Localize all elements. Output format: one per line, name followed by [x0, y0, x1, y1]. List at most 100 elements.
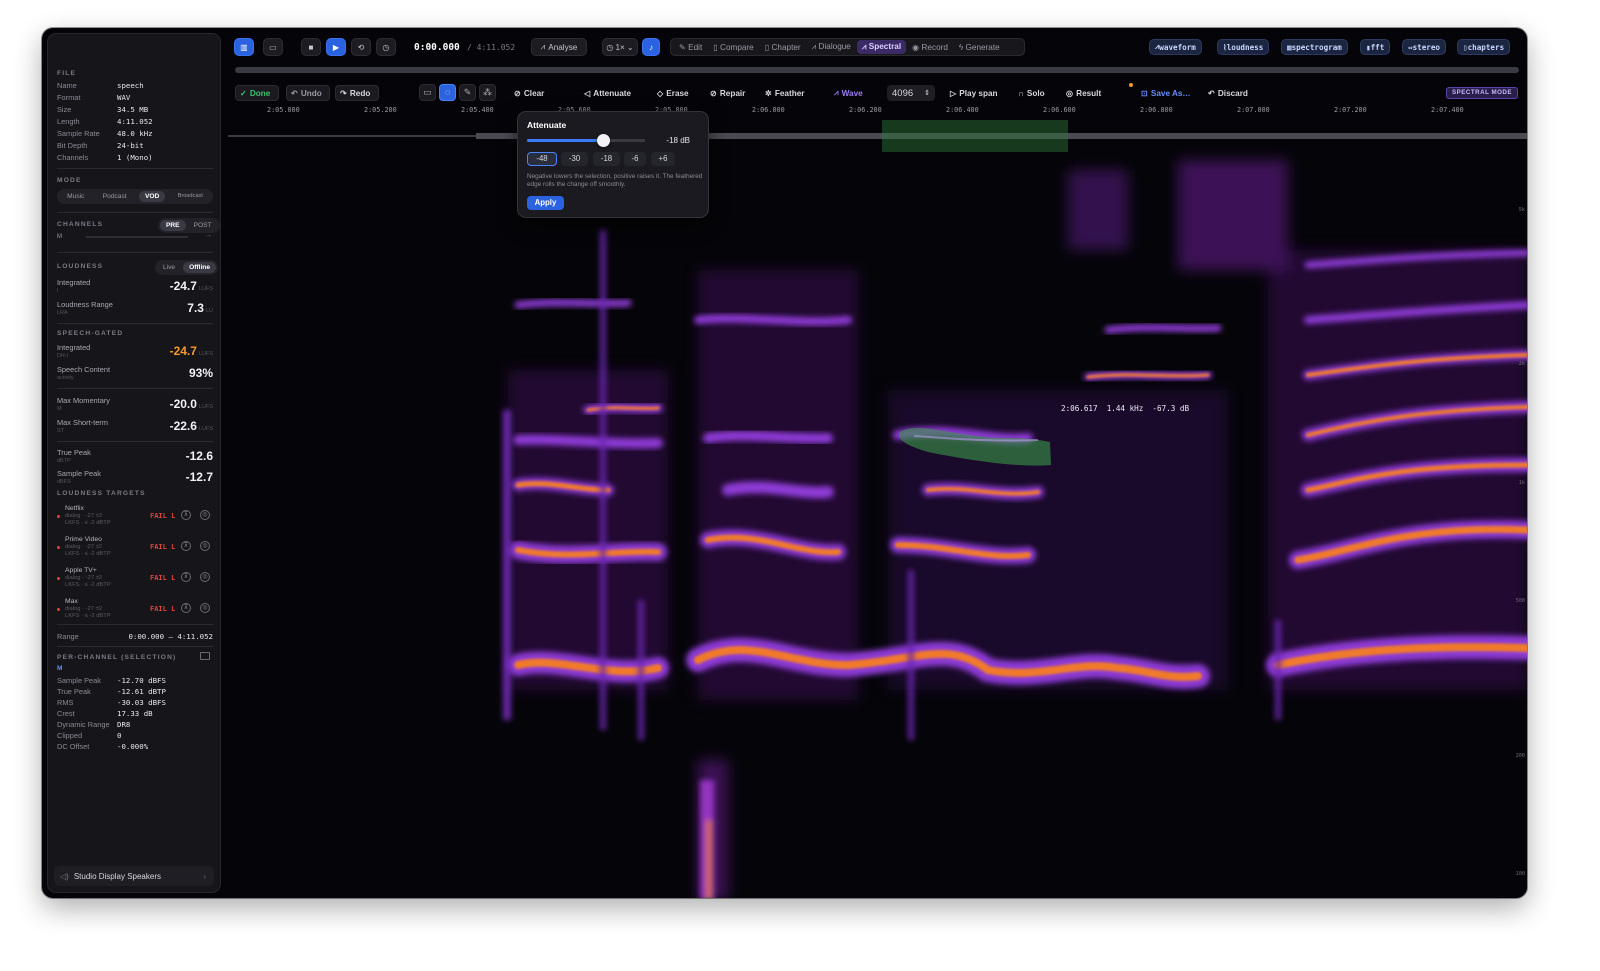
offline-toggle[interactable]: Offline [183, 262, 216, 273]
mode-music[interactable]: Music [61, 191, 90, 202]
preset-minus-6[interactable]: -6 [624, 152, 646, 166]
erase-button[interactable]: ◇ Erase [657, 85, 689, 101]
channels-section-title: CHANNELS [57, 221, 104, 228]
stop-button[interactable]: ■ [301, 38, 321, 56]
brush-icon: ✎ [463, 87, 472, 97]
channel-meter [86, 236, 188, 238]
open-file-button[interactable]: ▭ [263, 38, 283, 56]
stepper-icon: ⇕ [924, 90, 930, 97]
view-stereo[interactable]: ⇔ stereo [1402, 39, 1447, 55]
ruler-tick: 2:07.000 [1237, 106, 1270, 114]
feather-icon: ✲ [765, 89, 772, 98]
ruler-tick: 2:07.200 [1334, 106, 1367, 114]
analyse-button[interactable]: ⩘ Analyse [531, 38, 587, 56]
brush-tool[interactable]: ✎ [459, 84, 476, 101]
output-device-label: Studio Display Speakers [73, 871, 161, 881]
live-toggle[interactable]: Live [157, 262, 181, 273]
target-icon[interactable]: ◎ [200, 572, 210, 582]
output-device-button[interactable]: ◁) Studio Display Speakers › [54, 866, 214, 886]
per-channel-label: M [57, 665, 63, 672]
view-waveform[interactable]: ⩘ waveform [1149, 39, 1202, 55]
sidebar-toggle-button[interactable]: ▥ [234, 38, 254, 56]
tab-generate[interactable]: ϟ Generate [954, 41, 1005, 54]
metronome-button[interactable]: ♪ [642, 38, 660, 56]
file-row-size: Size 34.5 MB [57, 105, 149, 114]
rect-select-tool[interactable]: ▭ [419, 84, 436, 101]
wave-overlay-toggle[interactable]: ⩘ Wave [834, 85, 863, 101]
discard-icon: ↶ [1208, 89, 1215, 98]
mode-podcast[interactable]: Podcast [97, 191, 133, 202]
rectangle-icon: ▭ [423, 87, 432, 97]
preset-minus-48[interactable]: -48 [527, 152, 557, 166]
tab-compare[interactable]: ▯ Compare [708, 40, 758, 54]
discard-button[interactable]: ↶ Discard [1208, 85, 1248, 101]
speech-gated-section-title: SPEECH-GATED [57, 330, 124, 337]
view-fft[interactable]: ▮ fft [1360, 39, 1391, 55]
pin-icon[interactable]: ⊼ [181, 541, 191, 551]
history-button[interactable]: ◷ [376, 38, 396, 56]
preset-plus-6[interactable]: +6 [651, 152, 675, 166]
mode-broadcast[interactable]: Broadcast [172, 191, 209, 202]
file-row-length: Length 4:11.052 [57, 117, 153, 126]
magic-wand-tool[interactable]: ⁂ [479, 84, 496, 101]
pc-row-crest: Crest 17.33 dB [57, 709, 153, 718]
play-span-button[interactable]: ▷ Play span [950, 85, 998, 101]
pc-row-clipped: Clipped 0 [57, 731, 122, 740]
loop-button[interactable]: ⟲ [351, 38, 371, 56]
feather-button[interactable]: ✲ Feather [765, 85, 804, 101]
note-icon: ♪ [648, 42, 654, 52]
spectrogram-view[interactable] [228, 120, 1527, 898]
view-spectrogram[interactable]: ▦ spectrogram [1281, 39, 1348, 55]
target-icon[interactable]: ◎ [200, 510, 210, 520]
speed-dropdown[interactable]: ◷ 1× ⌄ [602, 38, 638, 56]
pre-post-toggle: PRE POST [158, 218, 220, 233]
timeline-scrubber[interactable] [235, 67, 1519, 73]
save-as-button[interactable]: ⊡ Save As… [1141, 85, 1191, 101]
pin-icon[interactable]: ⊼ [181, 603, 191, 613]
eraser-icon: ◇ [657, 89, 664, 98]
done-button[interactable]: ✓ Done [235, 85, 279, 101]
pre-toggle[interactable]: PRE [160, 220, 186, 231]
tab-chapter[interactable]: ▯ Chapter [760, 40, 806, 54]
play-button[interactable]: ▶ [326, 38, 346, 56]
channel-meter-label: M [57, 234, 62, 240]
undo-button[interactable]: ↶ Undo [286, 85, 330, 101]
result-button[interactable]: ◎ Result [1066, 85, 1101, 101]
redo-button[interactable]: ↷ Redo [335, 85, 379, 101]
clear-button[interactable]: ⊘ Clear [514, 85, 544, 101]
tab-spectral[interactable]: ⩘ Spectral [856, 40, 907, 54]
tab-record[interactable]: ◉ Record [907, 40, 953, 54]
post-toggle[interactable]: POST [188, 220, 218, 231]
tab-dialogue[interactable]: ⩘ Dialogue [807, 40, 856, 54]
mode-vod[interactable]: VOD [138, 191, 166, 202]
mode-selector: Music Podcast VOD Broadcast [57, 189, 213, 204]
wave-icon: ⩘ [834, 88, 839, 97]
ruler-tick: 2:06.000 [752, 106, 785, 114]
preset-minus-30[interactable]: -30 [561, 152, 588, 166]
lasso-tool[interactable]: ◌ [439, 84, 456, 101]
clock-icon: ◷ [606, 43, 614, 52]
spectral-mode-badge: SPECTRAL MODE [1446, 87, 1519, 99]
time-total: / 4:11.052 [467, 42, 516, 52]
view-chapters[interactable]: ▯ chapters [1457, 39, 1511, 55]
repair-button[interactable]: ⊘ Repair [710, 85, 745, 101]
tab-edit[interactable]: ✎ Edit [674, 40, 707, 54]
speech-content: Speech Content activity 93% [57, 365, 213, 381]
history-icon: ◷ [382, 43, 390, 52]
apply-button[interactable]: Apply [527, 196, 564, 210]
solo-button[interactable]: ∩ Solo [1018, 85, 1045, 101]
view-loudness[interactable]: ⌇ loudness [1217, 39, 1270, 55]
target-icon[interactable]: ◎ [200, 541, 210, 551]
preset-minus-18[interactable]: -18 [593, 152, 620, 166]
freq-label: 500 [1515, 598, 1525, 604]
pin-icon[interactable]: ⊼ [181, 572, 191, 582]
target-icon[interactable]: ◎ [200, 603, 210, 613]
loudness-section-title: LOUDNESS [57, 263, 104, 270]
slider-knob[interactable] [596, 134, 610, 147]
fft-size-stepper[interactable]: 4096 ⇕ [887, 85, 935, 101]
attenuate-button[interactable]: ◁ Attenuate [584, 85, 631, 101]
selection-range[interactable] [882, 120, 1068, 152]
pin-icon[interactable]: ⊼ [181, 510, 191, 520]
table-icon[interactable] [200, 652, 210, 660]
attenuate-slider[interactable] [527, 134, 645, 147]
